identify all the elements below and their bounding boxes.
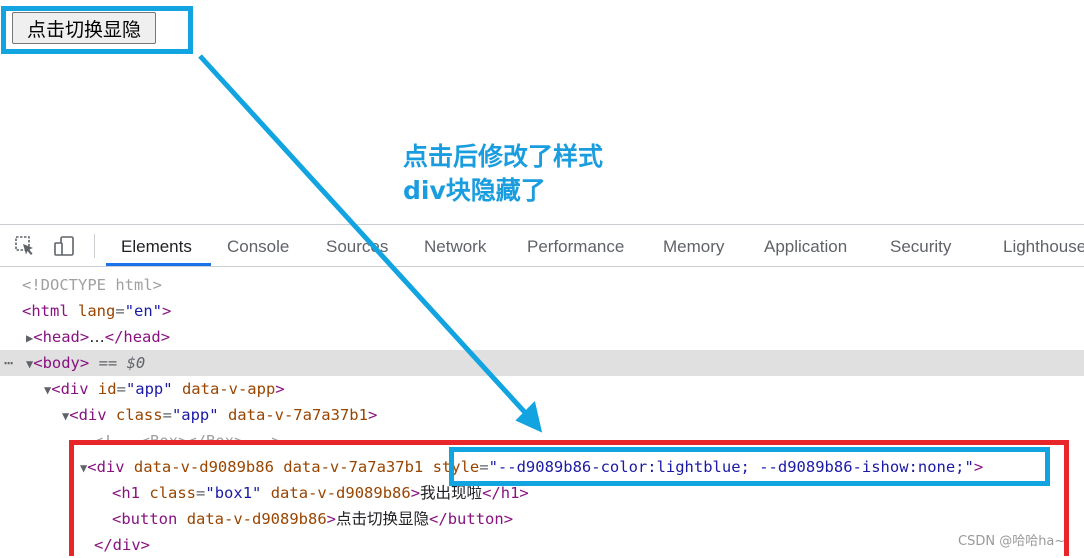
tab-lighthouse[interactable]: Lighthouse — [1003, 225, 1084, 266]
annotation-text: 点击后修改了样式 div块隐藏了 — [403, 140, 603, 208]
dom-line-div-class-app[interactable]: ▼<div class="app" data-v-7a7a37b1> — [0, 402, 1084, 428]
annotation-line-1: 点击后修改了样式 — [403, 142, 604, 171]
tab-console[interactable]: Console — [227, 225, 289, 266]
more-options-icon[interactable]: ⋯ — [4, 350, 13, 376]
dom-line-head[interactable]: ▶<head>…</head> — [0, 324, 1084, 350]
style-attribute-highlight — [449, 447, 1050, 486]
tab-network[interactable]: Network — [424, 225, 486, 266]
tab-security[interactable]: Security — [890, 225, 951, 266]
dom-line-body[interactable]: ⋯ ▼<body> == $0 — [0, 350, 1084, 376]
tab-performance[interactable]: Performance — [527, 225, 624, 266]
tab-sources[interactable]: Sources — [326, 225, 388, 266]
watermark: CSDN @哈哈ha~ — [958, 534, 1066, 549]
tab-memory[interactable]: Memory — [663, 225, 724, 266]
inspect-element-icon[interactable] — [14, 235, 36, 257]
devtools-toolbar: Elements Console Sources Network Perform… — [0, 225, 1084, 267]
tab-application[interactable]: Application — [764, 225, 847, 266]
active-tab-indicator — [106, 263, 211, 266]
annotation-line-2: div块隐藏了 — [403, 176, 546, 205]
toolbar-separator — [94, 234, 95, 258]
button-highlight-frame — [1, 6, 193, 54]
dom-line-html[interactable]: <html lang="en"> — [0, 298, 1084, 324]
dom-line-div-app[interactable]: ▼<div id="app" data-v-app> — [0, 376, 1084, 402]
dom-line-doctype[interactable]: <!DOCTYPE html> — [0, 272, 1084, 298]
tab-elements[interactable]: Elements — [121, 225, 192, 266]
device-toolbar-icon[interactable] — [53, 235, 75, 257]
